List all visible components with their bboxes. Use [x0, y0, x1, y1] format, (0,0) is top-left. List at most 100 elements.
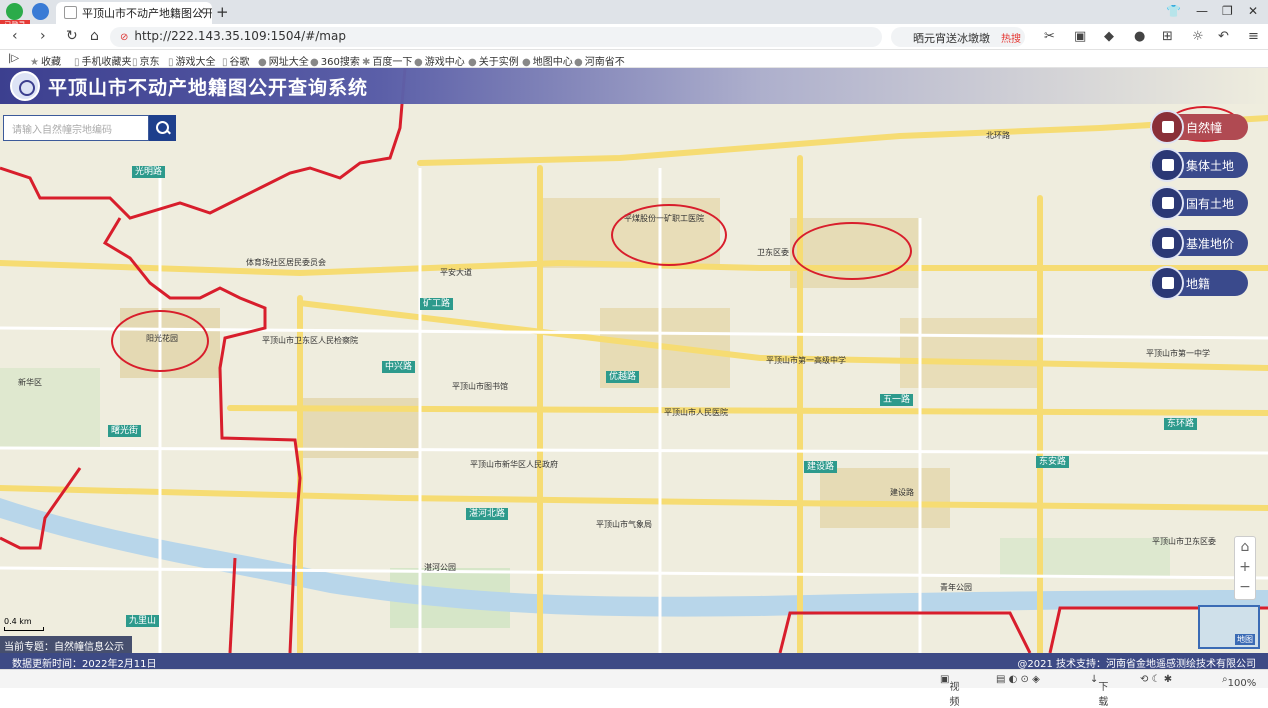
bookmark-item[interactable]: ● 游戏中心	[414, 53, 465, 68]
road-label: 矿工路	[420, 298, 454, 310]
road-label: 中兴路	[382, 361, 416, 373]
home-extent-icon[interactable]: ⌂	[1235, 537, 1255, 557]
road-label: 建设路	[804, 461, 838, 473]
sidebar-toggle-icon[interactable]: |▷	[8, 53, 19, 64]
bookmarks-bar: |▷ ★ 收藏 ▯ 手机收藏夹 ▯ 京东 ▯ 游戏大全 ▯ 谷歌 ● 网址大全 ● 360搜索…	[0, 50, 1268, 68]
road-label: 优越路	[606, 371, 640, 383]
forward-icon[interactable]: ›	[40, 28, 46, 44]
bookmark-item[interactable]: ● 河南省不	[574, 53, 625, 68]
place-label: 平顶山市气象局	[596, 520, 652, 529]
app-header: 平顶山市不动产地籍图公开查询系统	[0, 68, 1268, 104]
update-time: 数据更新时间：2022年2月11日	[12, 659, 157, 670]
minimap-toggle[interactable]: 地图	[1198, 605, 1260, 649]
tech-support: @2021 技术支持：河南省金地遥感测绘技术有限公司	[1017, 659, 1256, 670]
place-label: 湛河公园	[424, 563, 456, 572]
hot-badge: 热搜	[1001, 34, 1021, 45]
extension-icon[interactable]: ▣	[1074, 29, 1086, 44]
house-icon	[1150, 110, 1184, 144]
undo-icon[interactable]: ↶	[1218, 29, 1229, 44]
layer-button-base-price[interactable]: 基准地价	[1150, 226, 1248, 260]
shirt-icon[interactable]: 👕	[1166, 4, 1181, 18]
place-label: 平顶山市第一中学	[1146, 349, 1210, 358]
place-label: 卫东区委	[757, 248, 789, 257]
bookmark-item[interactable]: ✱ 百度一下	[362, 53, 412, 68]
apps-grid-icon[interactable]: ⊞	[1162, 29, 1173, 44]
browser-tab-bar: 已登录 平顶山市不动产地籍图公开查询系 ✕ + 👕 — ❐ ✕	[0, 0, 1268, 30]
zoom-control: ⌂ + −	[1234, 536, 1256, 600]
road-label: 东安路	[1036, 456, 1070, 468]
bookmark-item[interactable]: ▯ 手机收藏夹	[74, 53, 132, 68]
browser-status-bar: ▣ 视频 ▤ ◐ ⊙ ◈ ↓ 下载 ⟲ ☾ ✱ ⌕ 100%	[0, 669, 1268, 708]
place-label: 平顶山市新华区人民政府	[470, 460, 558, 469]
url-input[interactable]: ⊘ http://222.143.35.109:1504/#/map	[110, 27, 882, 47]
layer-button-collective-land[interactable]: 集体土地	[1150, 148, 1248, 182]
map-canvas[interactable]: 光明路 矿工路 中兴路 优越路 五一路 建设路 东环路 东安路 湛河北路 九里山…	[0, 68, 1268, 653]
app-title: 平顶山市不动产地籍图公开查询系统	[48, 77, 369, 99]
layer-button-state-land[interactable]: 国有土地	[1150, 186, 1248, 220]
bookmark-item[interactable]: ▯ 京东	[132, 53, 160, 68]
place-label: 平顶山市人民医院	[664, 408, 728, 417]
bookmark-item[interactable]: ● 网址大全	[258, 53, 309, 68]
annotation-ellipse	[111, 310, 209, 372]
place-label: 平顶山市卫东区委	[1152, 537, 1216, 546]
paper-plane-icon[interactable]	[32, 3, 49, 20]
seal-icon	[1150, 186, 1184, 220]
place-label: 新华区	[18, 378, 42, 387]
place-label: 平顶山市第一高级中学	[766, 356, 846, 365]
new-tab-icon[interactable]: +	[216, 3, 229, 21]
zoom-in-button[interactable]: +	[1235, 557, 1255, 577]
emblem-icon	[10, 71, 40, 101]
scale-bar: 0.4 km	[4, 617, 44, 631]
reload-icon[interactable]: ↻	[66, 28, 78, 44]
place-label: 平顶山市卫东区人民检察院	[262, 336, 358, 345]
download-button[interactable]: ↓ 下载	[1090, 674, 1108, 708]
game-icon[interactable]: ●	[1134, 29, 1145, 44]
blocks-icon	[1150, 148, 1184, 182]
bookmark-item[interactable]: ● 地图中心	[522, 53, 573, 68]
page-favicon-icon	[64, 6, 77, 19]
close-tab-icon[interactable]: ✕	[197, 5, 206, 18]
bookmark-item[interactable]: ● 关于实例	[468, 53, 519, 68]
status-icons: ▤ ◐ ⊙ ◈	[996, 674, 1040, 685]
search-suggestion: 晒元宵送冰墩墩	[913, 32, 990, 45]
road-label: 曙光街	[108, 425, 142, 437]
browser-search-input[interactable]: 晒元宵送冰墩墩 热搜	[891, 27, 1025, 47]
home-icon[interactable]: ⌂	[90, 28, 99, 44]
menu-icon[interactable]: ≡	[1248, 29, 1259, 44]
browser-logo-icon[interactable]	[6, 3, 23, 20]
annotation-ellipse	[792, 222, 912, 280]
annotation-ellipse	[611, 204, 727, 266]
address-bar-row: ‹ › ↻ ⌂ ⊘ http://222.143.35.109:1504/#/ma…	[0, 24, 1268, 50]
road-label: 东环路	[1164, 418, 1198, 430]
bookmark-item[interactable]: ▯ 谷歌	[222, 53, 250, 68]
bookmark-item[interactable]: ▯ 游戏大全	[168, 53, 216, 68]
layer-button-natural-building[interactable]: 自然幢	[1150, 110, 1248, 144]
bookmark-item[interactable]: ● 360搜索	[310, 53, 360, 68]
layer-button-cadastral-route[interactable]: 地籍	[1150, 266, 1248, 300]
zoom-level[interactable]: ⌕ 100%	[1222, 674, 1256, 689]
zoom-out-button[interactable]: −	[1235, 577, 1255, 597]
restore-icon[interactable]: ❐	[1222, 4, 1233, 18]
video-button[interactable]: ▣ 视频	[940, 674, 959, 708]
minimize-icon[interactable]: —	[1196, 4, 1208, 18]
road-label: 湛河北路	[466, 508, 509, 520]
back-icon[interactable]: ‹	[12, 28, 18, 44]
current-topic-label: 当前专题：自然幢信息公示	[0, 636, 132, 653]
china-map-icon	[1150, 226, 1184, 260]
search-button[interactable]	[149, 115, 176, 141]
browser-tab[interactable]: 平顶山市不动产地籍图公开查询系 ✕	[56, 2, 212, 24]
app-footer: 数据更新时间：2022年2月11日 @2021 技术支持：河南省金地遥感测绘技术…	[0, 653, 1268, 670]
tab-title: 平顶山市不动产地籍图公开查询系	[82, 7, 212, 20]
road-name: 北环路	[986, 131, 1010, 140]
road-label: 五一路	[880, 394, 914, 406]
place-label: 建设路	[890, 488, 914, 497]
road-label: 九里山	[126, 615, 160, 627]
road-label: 光明路	[132, 166, 166, 178]
code-search-input[interactable]: 请输入自然幢宗地编码	[3, 115, 149, 141]
url-text: http://222.143.35.109:1504/#/map	[134, 29, 346, 43]
scissors-icon[interactable]: ✂	[1044, 29, 1055, 44]
close-window-icon[interactable]: ✕	[1248, 4, 1258, 18]
shield-icon[interactable]: ◆	[1104, 29, 1114, 44]
brightness-icon[interactable]: ☼	[1192, 29, 1204, 44]
bookmark-item[interactable]: ★ 收藏	[30, 53, 61, 68]
